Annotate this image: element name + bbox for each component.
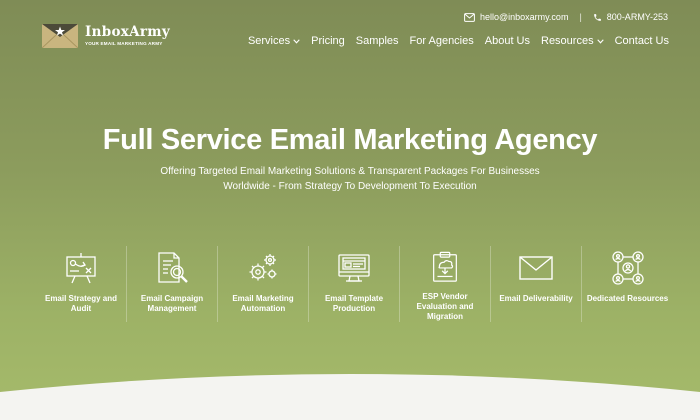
logo-name: InboxArmy: [85, 23, 171, 40]
hero-title: Full Service Email Marketing Agency: [102, 124, 598, 156]
email-link[interactable]: hello@inboxarmy.com: [464, 12, 569, 22]
logo[interactable]: InboxArmy YOUR EMAIL MARKETING ARMY: [42, 24, 170, 48]
service-label: Email Deliverability: [499, 294, 573, 303]
chevron-down-icon: [293, 38, 300, 44]
nav-pricing[interactable]: Pricing: [311, 35, 345, 47]
nav-resources[interactable]: Resources: [541, 35, 604, 47]
service-email-strategy[interactable]: Email Strategy and Audit: [36, 246, 127, 322]
service-label: Dedicated Resources: [586, 294, 669, 303]
gears-icon: [249, 254, 277, 281]
nav-label: Resources: [541, 35, 594, 47]
service-label: Email Campaign Management: [140, 294, 204, 313]
service-email-campaign[interactable]: Email Campaign Management: [127, 246, 218, 322]
service-label: Email Strategy and Audit: [44, 294, 118, 313]
hero-subtitle: Offering Targeted Email Marketing Soluti…: [150, 164, 550, 194]
nav-contact-us[interactable]: Contact Us: [615, 35, 669, 47]
service-label: Email Marketing Automation: [232, 294, 294, 313]
service-email-automation[interactable]: Email Marketing Automation: [218, 246, 309, 322]
nav-label: Pricing: [311, 35, 345, 47]
main-nav: Services Pricing Samples For Agencies Ab…: [248, 35, 669, 47]
nav-for-agencies[interactable]: For Agencies: [410, 35, 474, 47]
contact-separator: |: [579, 12, 582, 22]
strategy-board-icon: [66, 253, 96, 284]
service-label: ESP Vendor Evaluation and Migration: [416, 292, 474, 321]
mail-icon: [464, 12, 475, 22]
clipboard-cloud-icon: [433, 251, 457, 282]
phone-text: 800-ARMY-253: [606, 12, 668, 22]
chevron-down-icon: [596, 38, 604, 44]
services-row: Email Strategy and Audit Email Campaign …: [36, 246, 674, 322]
nav-label: About Us: [484, 35, 530, 47]
nav-about-us[interactable]: About Us: [485, 35, 530, 47]
nav-label: Samples: [355, 35, 399, 47]
hero-subtitle-line2: Worldwide - From Strategy To Development…: [223, 181, 477, 192]
logo-tagline: YOUR EMAIL MARKETING ARMY: [85, 41, 163, 47]
service-esp-vendor[interactable]: ESP Vendor Evaluation and Migration: [400, 246, 491, 322]
service-email-template[interactable]: Email Template Production: [309, 246, 400, 322]
nav-samples[interactable]: Samples: [356, 35, 399, 47]
phone-link[interactable]: 800-ARMY-253: [593, 12, 668, 22]
phone-icon: [593, 13, 601, 21]
service-label: Email Template Production: [324, 294, 384, 313]
monitor-template-icon: [338, 254, 370, 282]
team-network-icon: [611, 251, 644, 285]
nav-label: Contact Us: [614, 35, 669, 47]
hero-subtitle-line1: Offering Targeted Email Marketing Soluti…: [160, 166, 540, 177]
email-text: hello@inboxarmy.com: [479, 12, 569, 22]
bottom-wave-divider: [0, 374, 700, 420]
envelope-icon: [519, 256, 553, 280]
service-dedicated-resources[interactable]: Dedicated Resources: [582, 246, 673, 322]
document-magnifier-icon: [158, 252, 188, 283]
nav-services[interactable]: Services: [248, 35, 300, 47]
service-email-deliverability[interactable]: Email Deliverability: [491, 246, 582, 322]
contact-bar: hello@inboxarmy.com | 800-ARMY-253: [464, 12, 668, 22]
nav-label: Services: [247, 35, 291, 47]
nav-label: For Agencies: [409, 35, 474, 47]
envelope-star-logo-icon: [42, 24, 78, 48]
